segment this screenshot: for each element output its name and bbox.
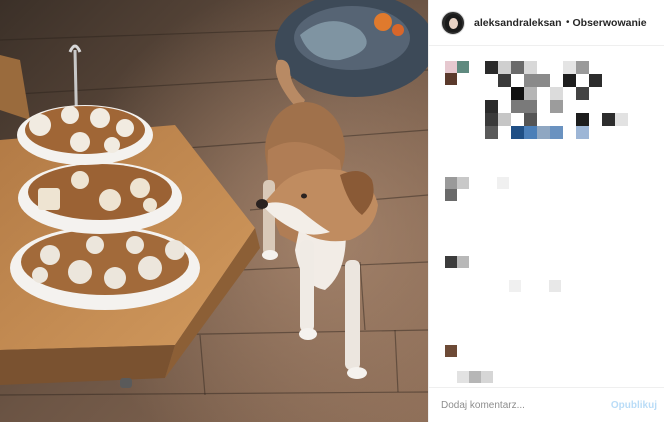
redacted-comment-1 xyxy=(429,175,664,205)
redacted-comment-3 xyxy=(429,345,664,385)
username-link[interactable]: aleksandraleksanc xyxy=(474,17,562,29)
post-photo-image xyxy=(0,0,428,422)
comment-input[interactable] xyxy=(441,399,591,411)
comment-bar: Opublikuj xyxy=(429,387,664,422)
redacted-comment-2 xyxy=(429,254,664,294)
publish-button[interactable]: Opublikuj xyxy=(611,400,657,411)
post-side-panel: aleksandraleksanc • Obserwowanie Dodaj k… xyxy=(428,0,664,422)
instagram-post-view: aleksandraleksanc • Obserwowanie Dodaj k… xyxy=(0,0,664,422)
avatar[interactable] xyxy=(441,10,465,35)
following-button[interactable]: Obserwowanie xyxy=(573,17,647,29)
redacted-caption xyxy=(429,55,664,145)
separator-dot: • xyxy=(566,17,570,28)
post-header: aleksandraleksanc • Obserwowanie xyxy=(429,0,664,46)
post-photo[interactable] xyxy=(0,0,428,422)
